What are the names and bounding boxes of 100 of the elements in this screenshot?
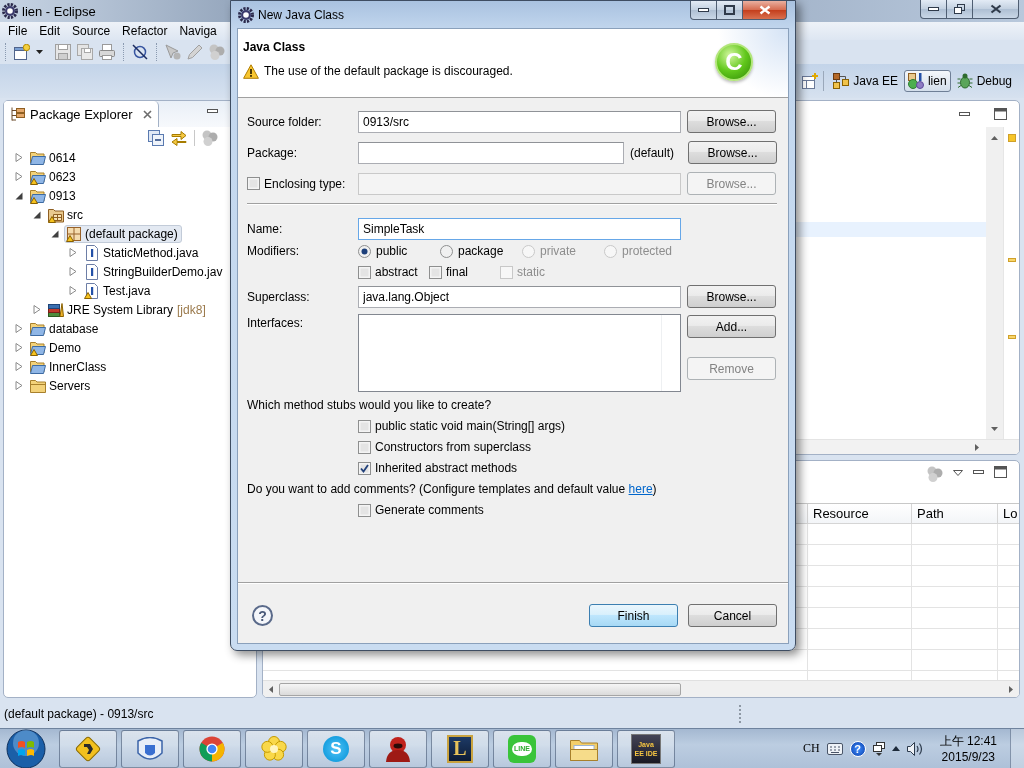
collapse-all-icon[interactable]: [148, 129, 164, 146]
new-window-icon[interactable]: [14, 44, 30, 60]
window-plus-icon[interactable]: [802, 73, 819, 89]
collapsed-arrow-icon[interactable]: [15, 381, 23, 390]
minimize-icon[interactable]: [207, 109, 218, 113]
close-icon[interactable]: [142, 109, 152, 119]
taskbar-button[interactable]: [555, 729, 613, 768]
scroll-thumb[interactable]: [279, 682, 681, 696]
close-button[interactable]: [973, 0, 1019, 19]
column-header[interactable]: Path: [911, 504, 997, 523]
printer-icon[interactable]: [99, 44, 115, 60]
taskbar-button[interactable]: [121, 729, 179, 768]
save-all-icon[interactable]: [77, 44, 93, 60]
minimize-icon[interactable]: [973, 470, 984, 474]
tree-item[interactable]: (default package): [64, 224, 182, 243]
browse-button[interactable]: Browse...: [688, 141, 777, 164]
marker-icon[interactable]: [1007, 258, 1016, 262]
minimize-button[interactable]: [920, 0, 947, 19]
menu-item[interactable]: Edit: [33, 23, 67, 39]
menu-item[interactable]: Source: [66, 23, 117, 39]
close-button[interactable]: [743, 1, 787, 20]
spheres-icon[interactable]: [927, 466, 943, 482]
tree-item[interactable]: 0614: [28, 148, 80, 167]
tree-item[interactable]: JRE System Library [jdk8]: [46, 300, 210, 319]
checkbox[interactable]: [358, 265, 371, 279]
tree-item[interactable]: 0913: [28, 186, 80, 205]
keyboard-icon[interactable]: [826, 742, 843, 755]
help-icon[interactable]: ?: [849, 740, 866, 757]
checkbox[interactable]: [358, 419, 371, 433]
perspective-button[interactable]: Java EE: [829, 70, 902, 92]
restore-button[interactable]: [947, 0, 973, 19]
here-link[interactable]: here: [628, 482, 653, 496]
up-arrow-icon[interactable]: [991, 136, 998, 140]
tree-item[interactable]: src: [46, 205, 87, 224]
left-arrow-icon[interactable]: [269, 685, 273, 693]
show-desktop-button[interactable]: [1010, 728, 1024, 768]
clock-time[interactable]: 上午 12:41: [939, 732, 997, 749]
expanded-arrow-icon[interactable]: [51, 229, 59, 238]
collapsed-arrow-icon[interactable]: [69, 286, 77, 295]
right-arrow-icon[interactable]: [1009, 685, 1013, 693]
browse-button[interactable]: Browse...: [687, 285, 776, 308]
tree-item[interactable]: database: [28, 319, 103, 338]
browse-button[interactable]: Browse...: [687, 110, 776, 133]
marker-icon[interactable]: [1007, 335, 1016, 339]
tree-item[interactable]: Test.java: [82, 281, 155, 300]
collapsed-arrow-icon[interactable]: [15, 362, 23, 371]
taskbar-button[interactable]: [245, 729, 303, 768]
speaker-icon[interactable]: [906, 741, 923, 756]
expanded-arrow-icon[interactable]: [33, 210, 41, 219]
tree-item[interactable]: Servers: [28, 376, 95, 395]
finish-button[interactable]: Finish: [589, 604, 678, 627]
vertical-scrollbar[interactable]: [986, 127, 1003, 439]
perspective-button[interactable]: Debug: [952, 70, 1016, 92]
tree-item[interactable]: 0623: [28, 167, 80, 186]
marker-icon[interactable]: [1007, 134, 1016, 142]
view-tab[interactable]: Package Explorer: [4, 101, 159, 127]
text-field[interactable]: java.lang.Object: [358, 285, 681, 308]
collapsed-arrow-icon[interactable]: [15, 324, 23, 333]
checkbox[interactable]: [358, 503, 371, 517]
taskbar-button[interactable]: [183, 729, 241, 768]
perspective-button[interactable]: lien: [903, 70, 951, 92]
collapsed-arrow-icon[interactable]: [15, 172, 23, 181]
horizontal-scrollbar[interactable]: [263, 680, 1019, 697]
cursor-icon[interactable]: [165, 44, 181, 60]
help-button[interactable]: ?: [252, 605, 273, 626]
up-arrow-icon[interactable]: [891, 746, 900, 751]
cancel-button[interactable]: Cancel: [688, 604, 777, 627]
spheres-icon[interactable]: [202, 129, 218, 146]
clock-date[interactable]: 2015/9/23: [941, 748, 995, 765]
down-arrow-icon[interactable]: [991, 427, 998, 431]
taskbar-button[interactable]: L: [431, 729, 489, 768]
collapsed-arrow-icon[interactable]: [69, 248, 77, 257]
checkbox[interactable]: [358, 461, 371, 475]
column-header[interactable]: Lo: [997, 504, 1019, 523]
text-field[interactable]: SimpleTask: [358, 217, 681, 240]
interfaces-list[interactable]: [358, 314, 681, 392]
caret-icon[interactable]: [36, 50, 43, 54]
collapsed-arrow-icon[interactable]: [15, 153, 23, 162]
radio-button[interactable]: [440, 244, 453, 258]
language-indicator[interactable]: CH: [802, 741, 820, 756]
right-arrow-icon[interactable]: [975, 443, 979, 451]
tree-item[interactable]: StaticMethod.java: [82, 243, 203, 262]
checkbox[interactable]: [358, 440, 371, 454]
minimize-button[interactable]: [690, 1, 717, 20]
tree-item[interactable]: StringBuilderDemo.jav: [82, 262, 227, 281]
menu-item[interactable]: File: [2, 23, 34, 39]
save-icon[interactable]: [55, 44, 71, 60]
checkbox[interactable]: [429, 265, 442, 279]
menu-item[interactable]: Refactor: [116, 23, 174, 39]
two-arrows-icon[interactable]: [171, 129, 187, 146]
collapsed-arrow-icon[interactable]: [15, 343, 23, 352]
collapsed-arrow-icon[interactable]: [33, 305, 41, 314]
tree-item[interactable]: Demo: [28, 338, 85, 357]
add-button[interactable]: Add...: [687, 315, 776, 338]
collapsed-arrow-icon[interactable]: [69, 267, 77, 276]
maximize-icon[interactable]: [994, 108, 1007, 120]
radio-button[interactable]: [358, 244, 371, 258]
view-menu-icon[interactable]: [953, 470, 963, 476]
expanded-arrow-icon[interactable]: [15, 191, 23, 200]
text-field[interactable]: [358, 141, 624, 164]
